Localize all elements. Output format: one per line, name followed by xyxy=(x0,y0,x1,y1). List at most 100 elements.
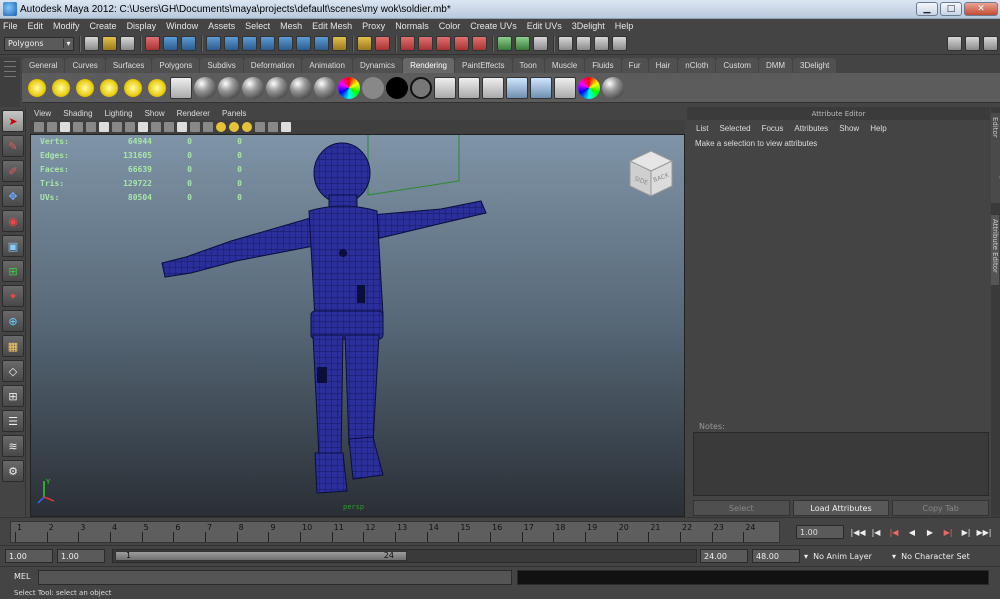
surface-shader-icon[interactable] xyxy=(362,76,384,99)
menu-edit-uvs[interactable]: Edit UVs xyxy=(527,21,562,31)
shelf-tab-fur[interactable]: Fur xyxy=(621,58,648,73)
hypershade-layout-icon[interactable]: ⚙ xyxy=(2,460,24,482)
menu-help[interactable]: Help xyxy=(615,21,634,31)
mask-joints-icon[interactable] xyxy=(224,36,239,51)
shelf-tab-dmm[interactable]: DMM xyxy=(758,58,793,73)
area-light-icon[interactable] xyxy=(122,76,144,99)
render-frame-icon[interactable] xyxy=(558,36,573,51)
go-to-end-icon[interactable]: ▶▶| xyxy=(976,525,992,539)
playback-start-field[interactable]: 1.00 xyxy=(57,549,105,563)
select-hierarchy-icon[interactable] xyxy=(145,36,160,51)
universal-manipulator-icon[interactable]: ⊞ xyxy=(2,260,24,282)
menu-create-uvs[interactable]: Create UVs xyxy=(470,21,517,31)
shelf-tab-surfaces[interactable]: Surfaces xyxy=(105,58,152,73)
menu-display[interactable]: Display xyxy=(127,21,157,31)
perspective-viewport[interactable]: Verts: 64944 0 0 Edges: 131605 0 0 Faces: 66639… xyxy=(30,134,685,517)
render-view-icon[interactable] xyxy=(533,36,548,51)
menu-modify[interactable]: Modify xyxy=(53,21,80,31)
minimize-button[interactable]: ▁ xyxy=(916,2,938,16)
animation-start-field[interactable]: 1.00 xyxy=(5,549,53,563)
viewport-menu-view[interactable]: View xyxy=(34,109,51,118)
select-button[interactable]: Select xyxy=(693,500,790,516)
image-plane-icon[interactable] xyxy=(73,122,83,132)
mask-handles-icon[interactable] xyxy=(206,36,221,51)
point-light-icon[interactable] xyxy=(74,76,96,99)
single-perspective-layout-icon[interactable]: ◇ xyxy=(2,360,24,382)
safe-action-icon[interactable] xyxy=(151,122,161,132)
soldier-mesh[interactable] xyxy=(31,135,685,517)
mask-surfaces-icon[interactable] xyxy=(260,36,275,51)
use-background-icon[interactable] xyxy=(386,76,408,99)
render-settings-icon[interactable] xyxy=(594,36,609,51)
shelf-tab-curves[interactable]: Curves xyxy=(65,58,105,73)
grid-icon[interactable] xyxy=(86,122,96,132)
select-camera-icon[interactable] xyxy=(34,122,44,132)
shelf-tab-muscle[interactable]: Muscle xyxy=(544,58,585,73)
menu-color[interactable]: Color xyxy=(439,21,461,31)
render-current-frame-icon[interactable] xyxy=(458,76,480,99)
shelf-tab-fluids[interactable]: Fluids xyxy=(585,58,621,73)
mask-deformations-icon[interactable] xyxy=(278,36,293,51)
show-hide-attribute-editor-icon[interactable] xyxy=(947,36,962,51)
hypershade-icon[interactable] xyxy=(612,36,627,51)
show-hide-tool-settings-icon[interactable] xyxy=(965,36,980,51)
question-mask-icon[interactable] xyxy=(332,36,347,51)
menu-file[interactable]: File xyxy=(3,21,18,31)
viewport-menu-show[interactable]: Show xyxy=(145,109,165,118)
film-gate-icon[interactable] xyxy=(99,122,109,132)
last-tool-used-icon[interactable]: ▦ xyxy=(2,335,24,357)
shelf-tab-deformation[interactable]: Deformation xyxy=(243,58,302,73)
resolution-gate-icon[interactable] xyxy=(112,122,122,132)
bookmarks-icon[interactable] xyxy=(60,122,70,132)
menu-edit[interactable]: Edit xyxy=(28,21,44,31)
shelf-tab-rendering[interactable]: Rendering xyxy=(403,58,454,73)
lock-selection-icon[interactable] xyxy=(357,36,372,51)
highlight-selection-icon[interactable] xyxy=(375,36,390,51)
make-live-icon[interactable] xyxy=(472,36,487,51)
show-manipulator-tool-icon[interactable]: ⊕ xyxy=(2,310,24,332)
shading-map-icon[interactable] xyxy=(410,76,432,99)
select-component-icon[interactable] xyxy=(181,36,196,51)
menu-window[interactable]: Window xyxy=(166,21,198,31)
xray-icon[interactable] xyxy=(268,122,278,132)
play-backwards-icon[interactable]: ◀ xyxy=(904,525,920,539)
ipr-render-icon[interactable] xyxy=(576,36,591,51)
show-hide-channel-box-icon[interactable] xyxy=(983,36,998,51)
save-scene-icon[interactable] xyxy=(120,36,135,51)
mask-curves-icon[interactable] xyxy=(242,36,257,51)
wireframe-icon[interactable] xyxy=(177,122,187,132)
shelf-tab-subdivs[interactable]: Subdivs xyxy=(200,58,243,73)
close-button[interactable]: ✕ xyxy=(964,2,998,16)
playback-end-field[interactable]: 24.00 xyxy=(700,549,748,563)
menu-edit-mesh[interactable]: Edit Mesh xyxy=(312,21,352,31)
blinn-material-icon[interactable] xyxy=(218,76,240,99)
ambient-light-icon[interactable] xyxy=(26,76,48,99)
step-forward-key-icon[interactable]: ▶| xyxy=(940,525,956,539)
step-back-key-icon[interactable]: |◀ xyxy=(886,525,902,539)
snap-curve-icon[interactable] xyxy=(418,36,433,51)
shelf-tab-dynamics[interactable]: Dynamics xyxy=(352,58,403,73)
attr-menu-selected[interactable]: Selected xyxy=(719,124,750,133)
menu-3delight[interactable]: 3Delight xyxy=(572,21,605,31)
safe-title-icon[interactable] xyxy=(164,122,174,132)
mask-dynamics-icon[interactable] xyxy=(296,36,311,51)
anim-layer-dropdown[interactable]: ▾ No Anim Layer xyxy=(804,549,872,563)
menu-select[interactable]: Select xyxy=(245,21,270,31)
step-back-frame-icon[interactable]: |◀ xyxy=(868,525,884,539)
attr-menu-show[interactable]: Show xyxy=(839,124,859,133)
render-region-icon[interactable] xyxy=(506,76,528,99)
menu-proxy[interactable]: Proxy xyxy=(362,21,385,31)
mask-rendering-icon[interactable] xyxy=(314,36,329,51)
snap-point-icon[interactable] xyxy=(436,36,451,51)
rotate-tool-icon[interactable]: ◉ xyxy=(2,210,24,232)
color-chooser-icon[interactable] xyxy=(578,76,600,99)
default-lighting-icon[interactable] xyxy=(216,122,226,132)
shelf-tab-animation[interactable]: Animation xyxy=(302,58,352,73)
graph-editor-layout-icon[interactable]: ≋ xyxy=(2,435,24,457)
ramp-shader-icon[interactable] xyxy=(338,76,360,99)
play-forwards-icon[interactable]: ▶ xyxy=(922,525,938,539)
isolate-select-icon[interactable] xyxy=(255,122,265,132)
scale-tool-icon[interactable]: ▣ xyxy=(2,235,24,257)
open-scene-icon[interactable] xyxy=(102,36,117,51)
directional-light-icon[interactable] xyxy=(50,76,72,99)
